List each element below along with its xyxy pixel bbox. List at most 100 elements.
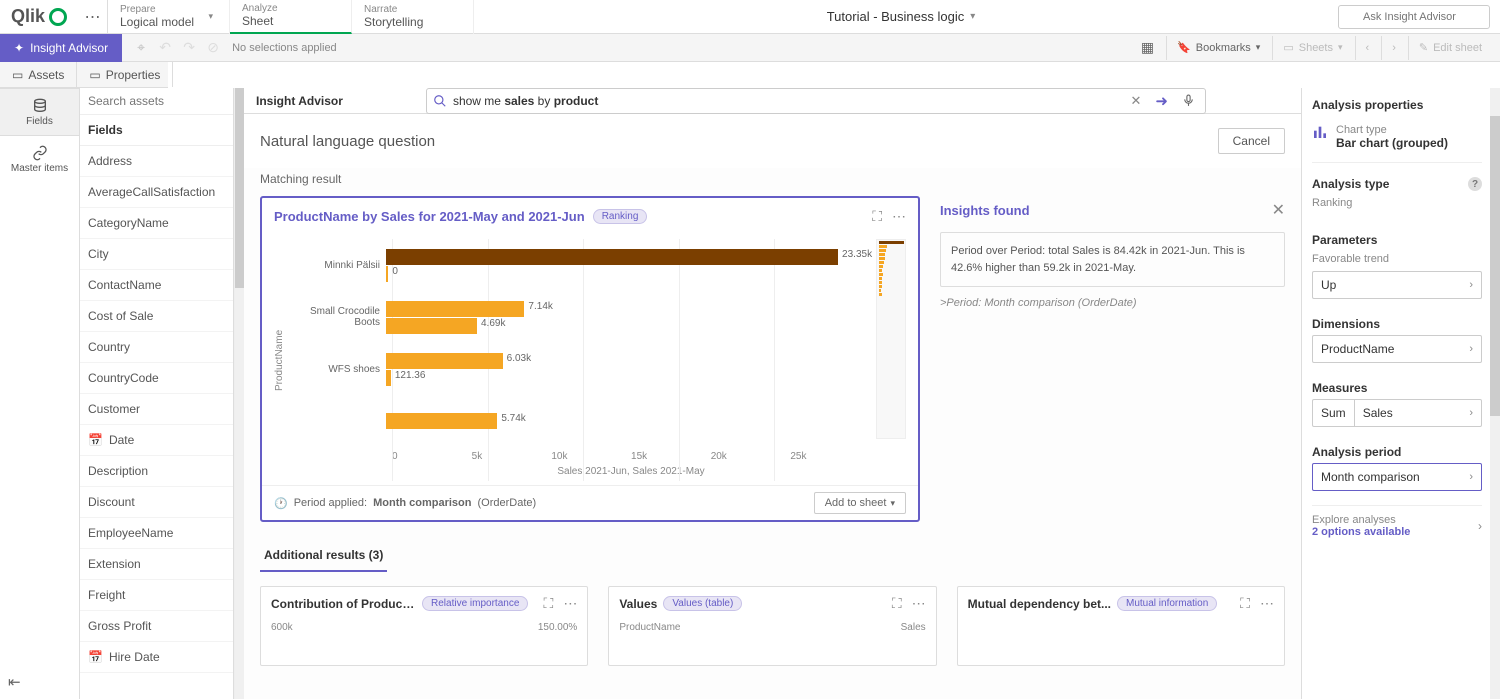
step-forward-icon[interactable]: ↷ [178, 39, 200, 56]
field-item[interactable]: EmployeeName [80, 518, 233, 549]
field-item[interactable]: Customer [80, 394, 233, 425]
cancel-button[interactable]: Cancel [1218, 128, 1285, 154]
fields-scrollbar[interactable] [234, 88, 244, 699]
additional-card[interactable]: Values Values (table) ⛶⋯ ProductNameSale… [608, 586, 936, 666]
bookmarks-button[interactable]: 🔖 Bookmarks ▾ [1166, 36, 1270, 60]
logo: Qlik [0, 6, 78, 27]
chart-title: ProductName by Sales for 2021-May and 20… [274, 209, 585, 224]
analysis-properties-title: Analysis properties [1312, 98, 1482, 120]
next-sheet-button[interactable]: › [1381, 36, 1406, 60]
additional-card[interactable]: Contribution of Product... Relative impo… [260, 586, 588, 666]
field-item[interactable]: Cost of Sale [80, 301, 233, 332]
chevron-down-icon: ▾ [1338, 42, 1343, 53]
analysis-period-select[interactable]: Month comparison› [1312, 463, 1482, 491]
nav-analyze[interactable]: Analyze Sheet [230, 0, 352, 34]
field-item[interactable]: Gross Profit [80, 611, 233, 642]
fields-list: Address AverageCallSatisfaction Category… [80, 146, 233, 699]
field-item[interactable]: Discount [80, 487, 233, 518]
insights-panel: Insights found ✕ Period over Period: tot… [940, 196, 1285, 522]
expand-icon[interactable]: ⛶ [892, 595, 902, 612]
mic-button[interactable] [1178, 94, 1199, 107]
insight-advisor-button[interactable]: ✦ Insight Advisor [0, 34, 122, 62]
measure-select[interactable]: Sum Sales› [1312, 399, 1482, 427]
insight-header: Insight Advisor show me sales by product… [244, 88, 1301, 114]
smart-search-icon[interactable]: ⌖ [130, 39, 152, 56]
field-item[interactable]: CategoryName [80, 208, 233, 239]
calendar-icon: 📅 [88, 650, 103, 664]
clear-selections-icon[interactable]: ⊘ [202, 39, 224, 56]
field-item[interactable]: Description [80, 456, 233, 487]
chevron-right-icon: › [1478, 519, 1482, 533]
list-icon: ▭ [89, 68, 100, 82]
more-icon[interactable]: ⋯ [892, 208, 906, 225]
chevron-down-icon: ▾ [1256, 42, 1261, 53]
more-icon[interactable]: ⋯ [1260, 595, 1274, 612]
selections-tool-icon[interactable]: ▦ [1131, 36, 1164, 60]
y-axis-label: ProductName [274, 239, 285, 481]
expand-icon[interactable]: ⛶ [1240, 595, 1250, 612]
assets-tab[interactable]: ▭ Assets [0, 62, 77, 87]
logo-icon [49, 8, 67, 26]
prev-sheet-button[interactable]: ‹ [1355, 36, 1380, 60]
dimension-select[interactable]: ProductName› [1312, 335, 1482, 363]
submit-query-button[interactable]: ➜ [1151, 92, 1172, 110]
additional-card[interactable]: Mutual dependency bet... Mutual informat… [957, 586, 1285, 666]
clock-icon: 🕐 [274, 497, 288, 510]
expand-icon[interactable]: ⛶ [872, 208, 882, 225]
nav-narrate[interactable]: Narrate Storytelling [352, 0, 474, 34]
field-item[interactable]: Freight [80, 580, 233, 611]
query-search-box[interactable]: show me sales by product ✕ ➜ [426, 88, 1206, 114]
scrollbar-thumb[interactable] [1490, 116, 1500, 416]
chevron-down-icon: ▾ [208, 11, 217, 22]
bar-chart-icon [1312, 124, 1328, 140]
selections-toolbar: ✦ Insight Advisor ⌖ ↶ ↷ ⊘ No selections … [0, 34, 1500, 62]
sheets-button[interactable]: ▭ Sheets ▾ [1272, 36, 1352, 60]
field-item[interactable]: 📅Date [80, 425, 233, 456]
more-icon[interactable]: ⋯ [563, 595, 577, 612]
app-title[interactable]: Tutorial - Business logic ▾ [474, 9, 1328, 24]
global-menu-button[interactable]: ⋯ [78, 0, 108, 34]
insights-title: Insights found [940, 203, 1030, 218]
field-item[interactable]: CountryCode [80, 363, 233, 394]
results-area: Matching result ProductName by Sales for… [244, 168, 1301, 699]
field-item[interactable]: 📅Hire Date [80, 642, 233, 673]
expand-icon[interactable]: ⛶ [544, 595, 554, 612]
additional-results-row: Contribution of Product... Relative impo… [260, 586, 1285, 666]
edit-sheet-button[interactable]: ✎ Edit sheet [1408, 36, 1492, 60]
collapse-rail-button[interactable]: ⇤ [0, 665, 79, 699]
more-icon[interactable]: ⋯ [912, 595, 926, 612]
chevron-right-icon: › [1469, 471, 1473, 483]
help-icon[interactable]: ? [1468, 177, 1482, 191]
search-assets-input[interactable] [88, 94, 225, 108]
close-insights-button[interactable]: ✕ [1272, 200, 1285, 220]
nav-prepare[interactable]: Prepare Logical model ▾ [108, 0, 230, 34]
field-item[interactable]: Extension [80, 549, 233, 580]
field-item[interactable]: ContactName [80, 270, 233, 301]
rail-fields[interactable]: Fields [0, 88, 79, 136]
field-item[interactable]: Country [80, 332, 233, 363]
favorable-trend-select[interactable]: Up› [1312, 271, 1482, 299]
center-column: Insight Advisor show me sales by product… [244, 88, 1302, 699]
field-item[interactable]: Address [80, 146, 233, 177]
chevron-down-icon: ▾ [970, 11, 975, 22]
explore-analyses-button[interactable]: Explore analyses 2 options available › [1312, 505, 1482, 546]
rail-master-items[interactable]: Master items [0, 136, 79, 184]
top-bar: Qlik ⋯ Prepare Logical model ▾ Analyze S… [0, 0, 1500, 34]
no-selections-label: No selections applied [232, 42, 337, 54]
bar-chart: Minnki Pälsii 23.35k 0 Small Crocodile B… [291, 239, 870, 481]
pencil-icon: ✎ [1419, 41, 1428, 54]
ask-insight-input[interactable] [1338, 5, 1490, 29]
additional-results-tab[interactable]: Additional results (3) [260, 540, 387, 572]
right-panel-scrollbar[interactable] [1490, 88, 1500, 699]
link-icon [32, 145, 48, 161]
step-back-icon[interactable]: ↶ [154, 39, 176, 56]
add-to-sheet-button[interactable]: Add to sheet ▾ [814, 492, 906, 514]
clear-query-button[interactable]: ✕ [1126, 93, 1145, 109]
scrollbar-thumb[interactable] [235, 88, 244, 288]
field-item[interactable]: City [80, 239, 233, 270]
chart-minimap[interactable] [876, 239, 906, 439]
properties-tab[interactable]: ▭ Properties [77, 62, 173, 87]
field-item[interactable]: AverageCallSatisfaction [80, 177, 233, 208]
ranking-pill: Ranking [593, 209, 648, 224]
chevron-down-icon: ▾ [890, 498, 895, 509]
